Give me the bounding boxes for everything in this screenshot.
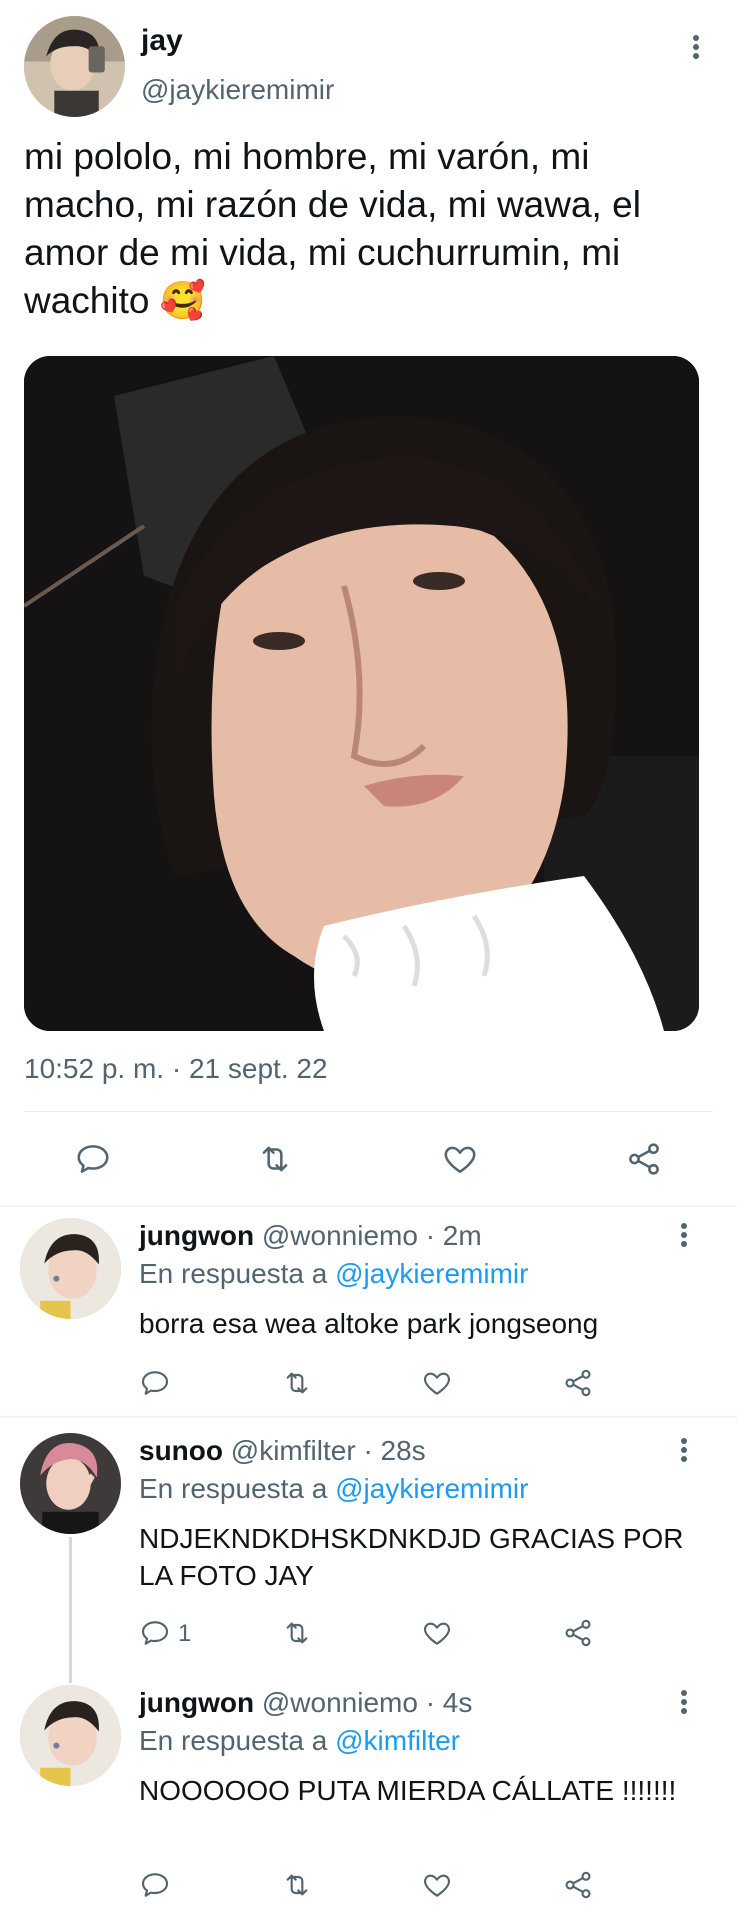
in-reply-to: En respuesta a @jaykieremimir <box>139 1258 528 1290</box>
author-name[interactable]: jay <box>141 24 183 58</box>
reply-avatar[interactable] <box>20 1685 121 1786</box>
reply-avatar-photo <box>20 1433 121 1534</box>
reply-icon[interactable] <box>139 1617 171 1649</box>
reply-icon[interactable] <box>74 1140 112 1178</box>
reply-time[interactable]: · 4s <box>426 1687 473 1718</box>
reply-author-name[interactable]: jungwon <box>139 1687 254 1718</box>
reply-avatar[interactable] <box>20 1218 121 1319</box>
reply-author-handle[interactable]: @wonniemo <box>262 1687 418 1718</box>
more-options-icon[interactable] <box>672 1435 696 1471</box>
more-options-icon[interactable] <box>672 1687 696 1723</box>
share-icon[interactable] <box>562 1869 594 1901</box>
tweet-text: mi pololo, mi hombre, mi varón, mi macho… <box>24 136 641 321</box>
thread-connector <box>69 1537 72 1683</box>
reply-icon[interactable] <box>139 1367 171 1399</box>
in-reply-to: En respuesta a @kimfilter <box>139 1725 460 1757</box>
in-reply-prefix: En respuesta a <box>139 1258 328 1289</box>
in-reply-to-handle[interactable]: @jaykieremimir <box>335 1473 528 1504</box>
like-icon[interactable] <box>421 1617 453 1649</box>
share-icon[interactable] <box>562 1617 594 1649</box>
share-icon[interactable] <box>625 1140 663 1178</box>
more-options-icon[interactable] <box>684 32 708 68</box>
reply-text: borra esa wea altoke park jongseong <box>139 1308 599 1339</box>
tweet-photo[interactable] <box>24 356 699 1031</box>
reply-avatar[interactable] <box>20 1433 121 1534</box>
reply-icon[interactable] <box>139 1869 171 1901</box>
reply-avatar-photo <box>20 1218 121 1319</box>
like-icon[interactable] <box>441 1140 479 1178</box>
divider <box>24 1111 713 1112</box>
reply-header: jungwon @wonniemo · 2m <box>139 1220 482 1252</box>
author-avatar[interactable] <box>24 16 125 117</box>
retweet-icon[interactable] <box>280 1869 314 1901</box>
more-options-icon[interactable] <box>672 1220 696 1256</box>
in-reply-prefix: En respuesta a <box>139 1473 328 1504</box>
tweet-timestamp[interactable]: 10:52 p. m. · 21 sept. 22 <box>24 1053 328 1085</box>
reply-author-handle[interactable]: @wonniemo <box>262 1220 418 1251</box>
author-photo <box>24 16 125 117</box>
reply-author-name[interactable]: jungwon <box>139 1220 254 1251</box>
reply-author-handle[interactable]: @kimfilter <box>231 1435 356 1466</box>
section-divider <box>0 1205 737 1207</box>
reply-text: NDJEKNDKDHSKDNKDJD GRACIAS POR LA FOTO J… <box>139 1523 684 1591</box>
author-handle[interactable]: @jaykieremimir <box>141 74 334 106</box>
reply-text: NOOOOOO PUTA MIERDA CÁLLATE !!!!!!! <box>139 1775 677 1806</box>
share-icon[interactable] <box>562 1367 594 1399</box>
in-reply-prefix: En respuesta a <box>139 1725 328 1756</box>
selfie-image <box>24 356 699 1031</box>
in-reply-to-handle[interactable]: @jaykieremimir <box>335 1258 528 1289</box>
reply-time[interactable]: · 2m <box>426 1220 482 1251</box>
like-icon[interactable] <box>421 1869 453 1901</box>
reply-header: sunoo @kimfilter · 28s <box>139 1435 426 1467</box>
retweet-icon[interactable] <box>255 1140 295 1178</box>
in-reply-to: En respuesta a @jaykieremimir <box>139 1473 528 1505</box>
reply-avatar-photo <box>20 1685 121 1786</box>
reply-author-name[interactable]: sunoo <box>139 1435 223 1466</box>
section-divider <box>0 1416 737 1418</box>
in-reply-to-handle[interactable]: @kimfilter <box>335 1725 460 1756</box>
reply-header: jungwon @wonniemo · 4s <box>139 1687 472 1719</box>
retweet-icon[interactable] <box>280 1617 314 1649</box>
reply-time[interactable]: · 28s <box>363 1435 425 1466</box>
like-icon[interactable] <box>421 1367 453 1399</box>
reply-count: 1 <box>178 1620 192 1647</box>
retweet-icon[interactable] <box>280 1367 314 1399</box>
